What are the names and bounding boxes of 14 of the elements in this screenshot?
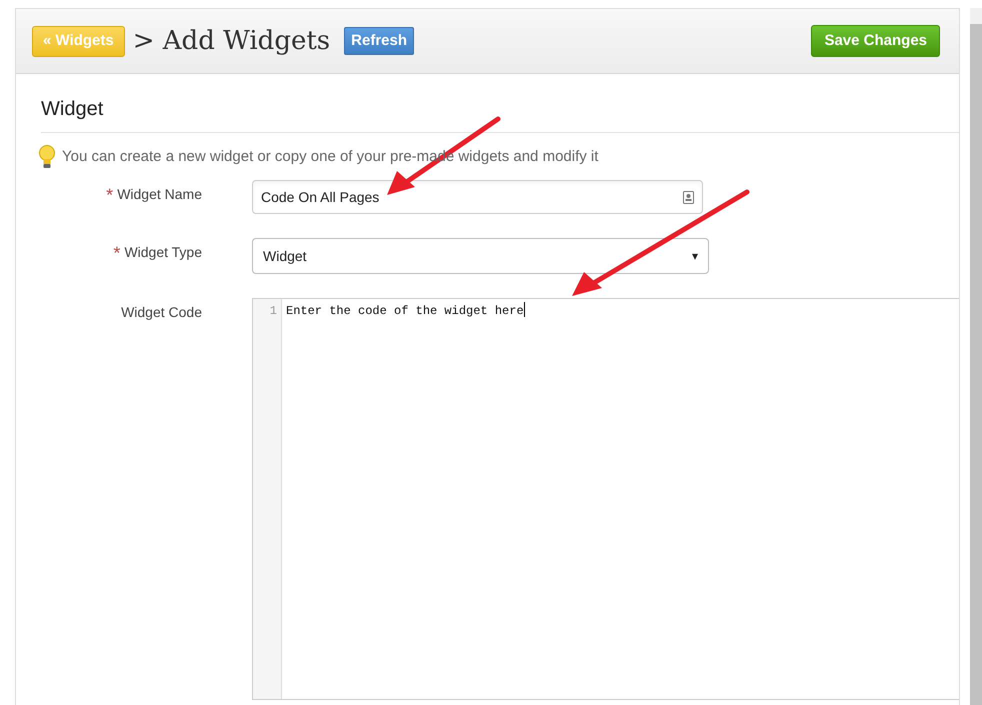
required-mark: * — [106, 186, 114, 204]
name-field[interactable]: Code On All Pages — [252, 180, 703, 214]
lightbulb-icon — [38, 145, 56, 170]
type-dropdown[interactable]: Widget ▾ — [252, 238, 709, 274]
field-label: Widget Type — [124, 243, 202, 262]
section-title: Widget — [41, 98, 104, 120]
field-label: Widget Name — [117, 185, 202, 204]
line-number: 1 — [270, 303, 277, 320]
field-label: Widget Code — [121, 303, 202, 322]
contact-card-icon — [683, 190, 694, 204]
code-editor[interactable]: 1 Enter the code of the widget here — [252, 298, 959, 700]
code-text: Enter the code of the widget here — [286, 303, 524, 320]
required-mark: * — [113, 244, 120, 262]
page-title: > Add Widgets — [132, 24, 330, 58]
